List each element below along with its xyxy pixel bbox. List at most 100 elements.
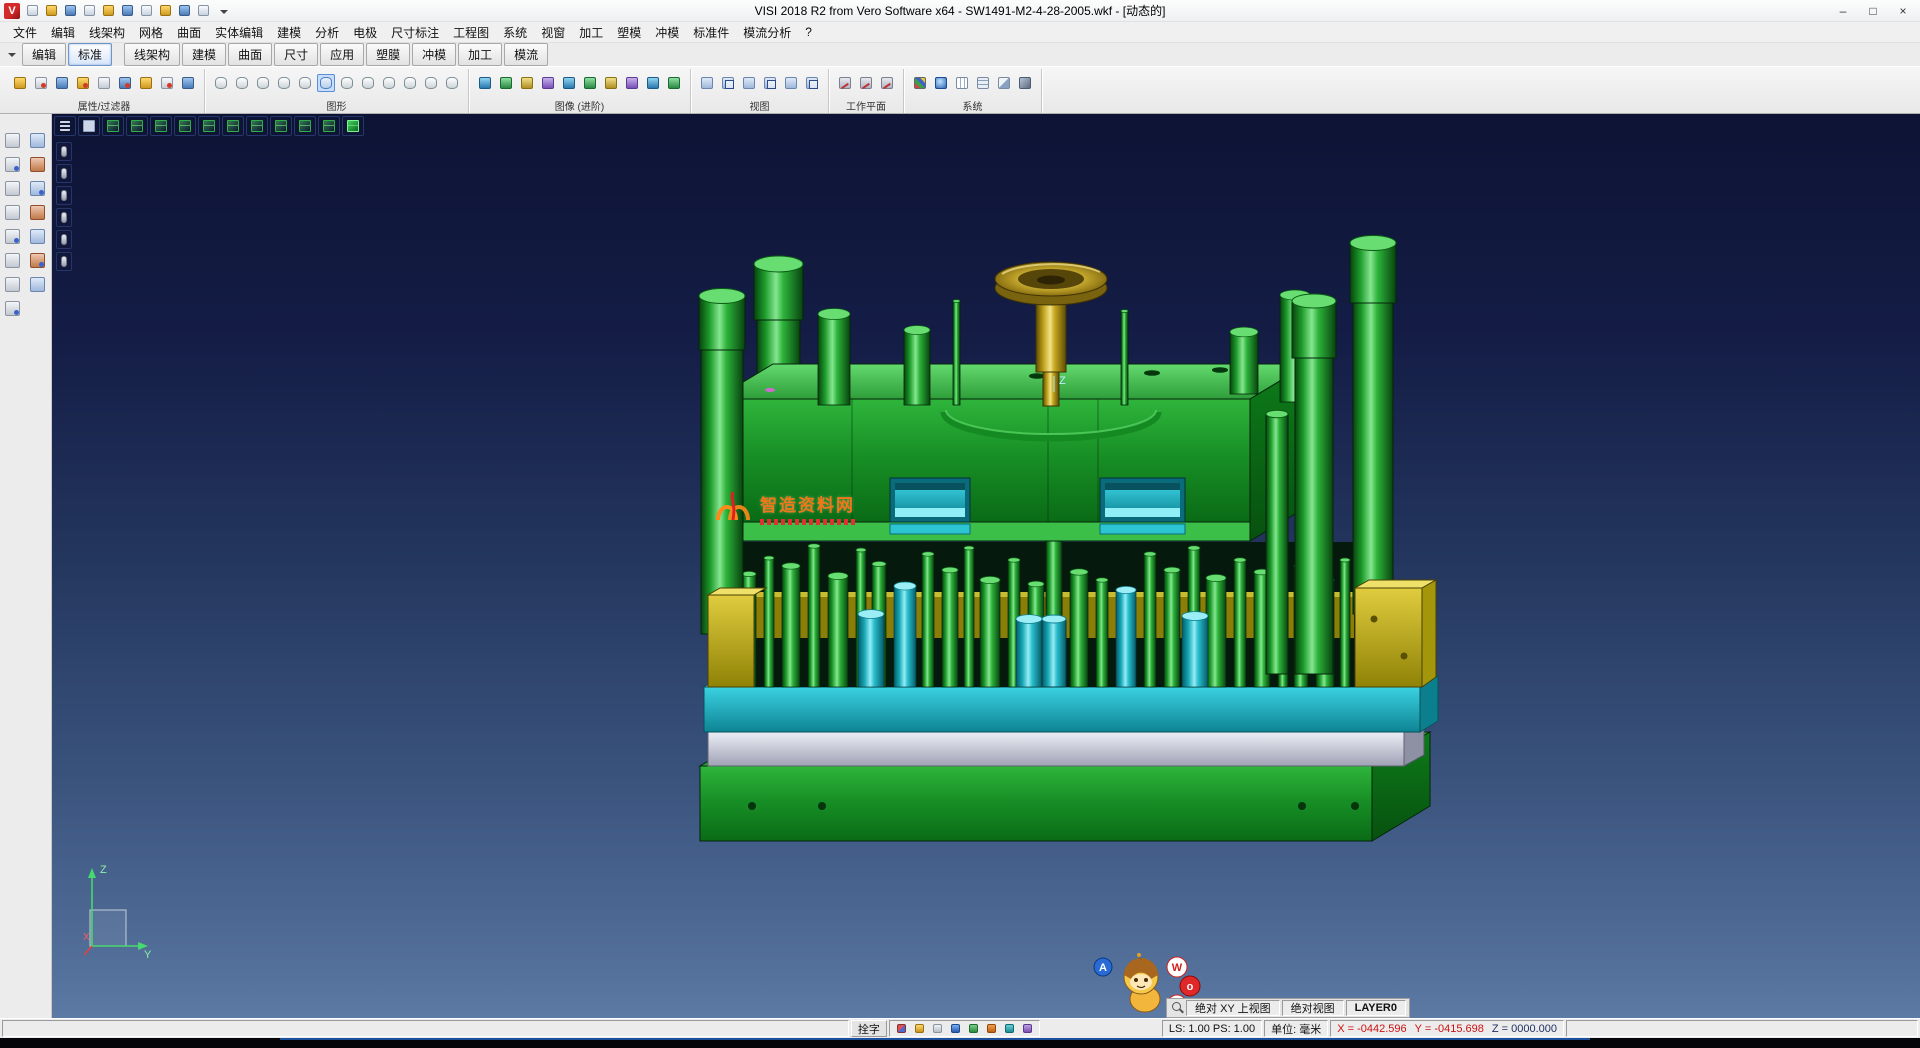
line-type-icon[interactable] — [158, 74, 176, 92]
info-icon[interactable] — [2, 274, 23, 295]
tab-modeling[interactable]: 建模 — [182, 43, 226, 66]
mask-wireframe-icon[interactable] — [56, 230, 72, 249]
hidden-line-icon[interactable] — [233, 74, 251, 92]
animation-icon[interactable] — [623, 74, 641, 92]
system-settings-icon[interactable] — [932, 74, 950, 92]
workplane-reset-icon[interactable] — [878, 74, 896, 92]
layer-manager-icon[interactable] — [911, 74, 929, 92]
view-iso-se-icon[interactable] — [318, 116, 340, 136]
named-views-icon[interactable] — [803, 74, 821, 92]
menu-surface[interactable]: 曲面 — [170, 22, 208, 43]
close-button[interactable]: × — [1888, 2, 1918, 20]
snapshot-icon[interactable] — [602, 74, 620, 92]
printer-icon[interactable] — [930, 1021, 945, 1036]
pan-icon[interactable] — [740, 74, 758, 92]
curvature-analysis-icon[interactable] — [380, 74, 398, 92]
active-layer-indicator[interactable]: LAYER0 — [1346, 1000, 1406, 1016]
pen-color-icon[interactable] — [137, 74, 155, 92]
windows-taskbar[interactable] — [0, 1038, 1920, 1048]
viewport-layout-icon[interactable] — [78, 116, 100, 136]
light-icon[interactable] — [539, 74, 557, 92]
mask-solids-icon[interactable] — [56, 208, 72, 227]
render-settings-icon[interactable] — [476, 74, 494, 92]
menu-electrode[interactable]: 电极 — [346, 22, 384, 43]
type-filter-icon[interactable] — [95, 74, 113, 92]
menu-file[interactable]: 文件 — [6, 22, 44, 43]
absolute-view-selector[interactable]: 绝对视图 — [1282, 1000, 1344, 1016]
menu-dimension[interactable]: 尺寸标注 — [384, 22, 446, 43]
database-icon[interactable] — [966, 1021, 981, 1036]
snap-settings-icon[interactable] — [974, 74, 992, 92]
filter-reset-icon[interactable] — [179, 74, 197, 92]
rotate-icon[interactable] — [27, 202, 48, 223]
view-axonometric-icon[interactable] — [102, 116, 124, 136]
menu-flow-analysis[interactable]: 模流分析 — [736, 22, 798, 43]
save-icon[interactable] — [62, 2, 79, 19]
snap-lock-button[interactable]: 拴字 — [851, 1020, 887, 1037]
zebra-analysis-icon[interactable] — [401, 74, 419, 92]
workplane-new-icon[interactable] — [836, 74, 854, 92]
clipping-plane-icon[interactable] — [56, 142, 72, 161]
tab-dimension[interactable]: 尺寸 — [274, 43, 318, 66]
save-all-icon[interactable] — [81, 2, 98, 19]
menu-drawing[interactable]: 工程图 — [446, 22, 496, 43]
workplane-align-icon[interactable] — [857, 74, 875, 92]
open-file-icon[interactable] — [43, 2, 60, 19]
stereo-icon[interactable] — [644, 74, 662, 92]
tab-standard[interactable]: 标准 — [68, 43, 112, 66]
tab-mould[interactable]: 塑膜 — [366, 43, 410, 66]
maximize-button[interactable]: □ — [1858, 2, 1888, 20]
absolute-xy-view-selector[interactable]: 绝对 XY 上视图 — [1186, 1000, 1280, 1016]
tab-flow[interactable]: 模流 — [504, 43, 548, 66]
calculator-icon[interactable] — [995, 74, 1013, 92]
zoom-fit-icon[interactable] — [698, 74, 716, 92]
reflection-analysis-icon[interactable] — [422, 74, 440, 92]
menu-edit[interactable]: 编辑 — [44, 22, 82, 43]
attribute-edit-icon[interactable] — [116, 74, 134, 92]
profile-lock-icon[interactable] — [894, 1021, 909, 1036]
copy-icon[interactable] — [176, 2, 193, 19]
menu-window[interactable]: 视窗 — [534, 22, 572, 43]
undo-icon[interactable] — [138, 2, 155, 19]
tab-edit[interactable]: 编辑 — [22, 43, 66, 66]
transparent-icon[interactable] — [296, 74, 314, 92]
refresh-icon[interactable] — [1002, 1021, 1017, 1036]
redo-icon[interactable] — [157, 2, 174, 19]
macro-icon[interactable] — [1016, 74, 1034, 92]
offset-icon[interactable] — [2, 250, 23, 271]
menu-modeling[interactable]: 建模 — [270, 22, 308, 43]
menu-progress[interactable]: 冲模 — [648, 22, 686, 43]
view-right-icon[interactable] — [174, 116, 196, 136]
view-back-icon[interactable] — [222, 116, 244, 136]
menu-analysis[interactable]: 分析 — [308, 22, 346, 43]
tab-wireframe[interactable]: 线架构 — [124, 43, 180, 66]
move-icon[interactable] — [2, 202, 23, 223]
tab-surface[interactable]: 曲面 — [228, 43, 272, 66]
zoom-window-icon[interactable] — [719, 74, 737, 92]
new-document-icon[interactable] — [24, 2, 41, 19]
shaded-edges-icon[interactable] — [275, 74, 293, 92]
menu-solid-edit[interactable]: 实体编辑 — [208, 22, 270, 43]
minimize-button[interactable]: – — [1828, 2, 1858, 20]
menu-mould[interactable]: 塑模 — [610, 22, 648, 43]
menu-help[interactable]: ? — [798, 23, 819, 41]
layer-filter-icon[interactable] — [74, 74, 92, 92]
layer-visibility-icon[interactable] — [56, 186, 72, 205]
menu-machining[interactable]: 加工 — [572, 22, 610, 43]
view-bottom-icon[interactable] — [246, 116, 268, 136]
select-icon[interactable] — [2, 130, 23, 151]
rotate-view-icon[interactable] — [761, 74, 779, 92]
entity-properties-icon[interactable] — [11, 74, 29, 92]
view-left-icon[interactable] — [198, 116, 220, 136]
section-view-icon[interactable] — [338, 74, 356, 92]
render-mode-icon[interactable] — [443, 74, 461, 92]
view-front-icon[interactable] — [150, 116, 172, 136]
view-list-icon[interactable] — [54, 116, 76, 136]
background-icon[interactable] — [581, 74, 599, 92]
grid-icon[interactable] — [953, 74, 971, 92]
redo-icon[interactable] — [2, 298, 23, 319]
mirror-icon[interactable] — [2, 226, 23, 247]
attribute-brush-icon[interactable] — [32, 74, 50, 92]
break-icon[interactable] — [27, 178, 48, 199]
texture-icon[interactable] — [497, 74, 515, 92]
